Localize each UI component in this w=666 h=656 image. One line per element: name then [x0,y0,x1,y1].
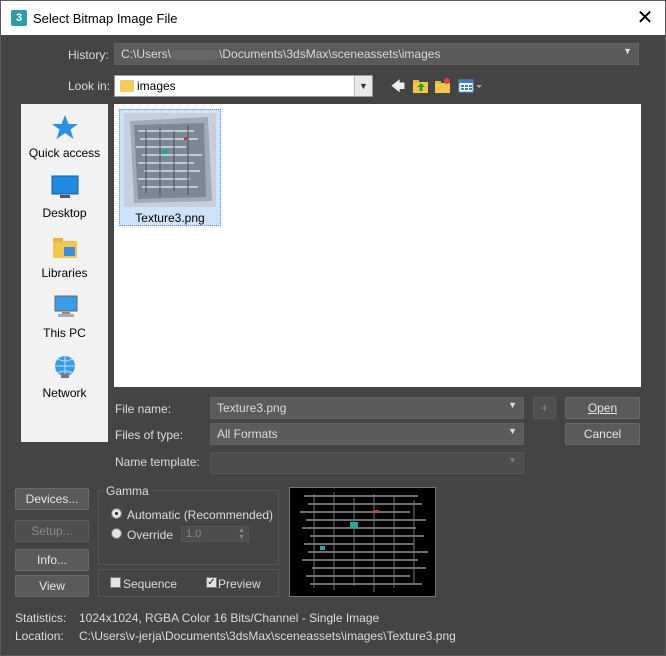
place-label: Libraries [41,266,88,280]
gamma-automatic-radio[interactable] [111,508,122,519]
3dsmax-icon: 3 [11,10,27,26]
statistics-label: Statistics: [15,611,67,625]
network-icon [54,356,75,378]
file-name-input[interactable]: Texture3.png ▼ [210,397,524,419]
cancel-button[interactable]: Cancel [565,423,640,445]
place-desktop[interactable]: Desktop [21,174,108,220]
gamma-label: Gamma [104,484,151,498]
chevron-down-icon: ▼ [623,46,632,56]
chevron-down-icon[interactable]: ▼ [508,400,517,410]
chevron-down-icon[interactable]: ▼ [354,76,372,96]
chevron-down-icon[interactable]: ▼ [508,426,517,436]
statistics-value: 1024x1024, RGBA Color 16 Bits/Channel - … [79,611,380,625]
preview-label: Preview [218,577,261,591]
place-network[interactable]: Network [21,354,108,400]
devices-button[interactable]: Devices... [15,488,89,510]
history-dropdown[interactable]: C:\Users\ \Documents\3dsMax\sceneassets\i… [114,43,639,65]
history-value-suffix: \Documents\3dsMax\sceneassets\images [219,47,441,61]
lookin-label: Look in: [68,79,111,93]
dialog-title: Select Bitmap Image File [33,11,178,26]
file-name: Texture3.png [135,211,205,225]
add-button[interactable]: + [533,397,556,419]
place-label: Quick access [28,146,101,160]
files-of-type-label: Files of type: [115,428,184,442]
place-label: This PC [43,326,86,340]
file-name-value: Texture3.png [217,401,287,415]
back-arrow-icon[interactable]: 🡄 [389,77,407,95]
file-name-label: File name: [115,402,172,416]
place-libraries[interactable]: Libraries [21,234,108,280]
image-preview [289,487,436,597]
location-label: Location: [15,629,64,643]
files-of-type-value: All Formats [217,427,278,441]
location-value: C:\Users\v-jerja\Documents\3dsMax\scenea… [79,629,456,643]
place-label: Network [42,386,87,400]
title-bar: 3 Select Bitmap Image File ✕ [1,1,665,35]
spinner-arrows-icon[interactable]: ▲ ▼ [238,527,245,541]
preview-checkbox[interactable]: ✓ [206,577,217,588]
close-button[interactable]: ✕ [633,5,657,29]
chevron-down-icon: ▼ [508,455,517,465]
file-thumbnail [124,113,216,207]
gamma-override-value: 1.0 [186,528,202,540]
new-folder-icon[interactable] [434,77,452,95]
name-template-select[interactable]: ▼ [210,452,524,474]
redacted-username [171,49,220,60]
lookin-value: images [137,79,176,93]
view-menu-icon[interactable] [458,77,484,95]
up-folder-icon[interactable] [412,77,430,95]
sequence-label: Sequence [123,577,178,591]
star-icon [51,115,78,139]
setup-button[interactable]: Setup... [15,520,89,542]
view-button[interactable]: View [15,575,89,597]
lookin-combo[interactable]: images ▼ [114,75,373,97]
sequence-checkbox[interactable] [110,577,121,588]
gamma-override-spinner[interactable]: 1.0 ▲ ▼ [181,526,249,542]
file-list-view[interactable]: Texture3.png [114,104,641,387]
desktop-icon [51,175,78,198]
history-value-prefix: C:\Users\ [121,47,172,61]
files-of-type-select[interactable]: All Formats ▼ [210,423,524,445]
open-button-label: Open [587,401,618,415]
gamma-override-radio[interactable] [111,528,122,539]
libraries-icon [52,238,77,258]
place-label: Desktop [42,206,87,220]
history-label: History: [68,48,109,62]
computer-icon [54,295,77,317]
file-item[interactable]: Texture3.png [119,109,221,226]
dialog-window: 3 Select Bitmap Image File ✕ History: C:… [0,0,666,656]
open-button[interactable]: Open [565,397,640,419]
places-sidebar: Quick access Desktop Libraries This PC N… [21,104,108,442]
name-template-label: Name template: [115,455,200,469]
place-quick-access[interactable]: Quick access [21,114,108,160]
gamma-automatic-label: Automatic (Recommended) [127,508,274,522]
gamma-override-label: Override [127,528,174,542]
info-button[interactable]: Info... [15,549,89,571]
place-this-pc[interactable]: This PC [21,294,108,340]
folder-icon [120,80,134,92]
